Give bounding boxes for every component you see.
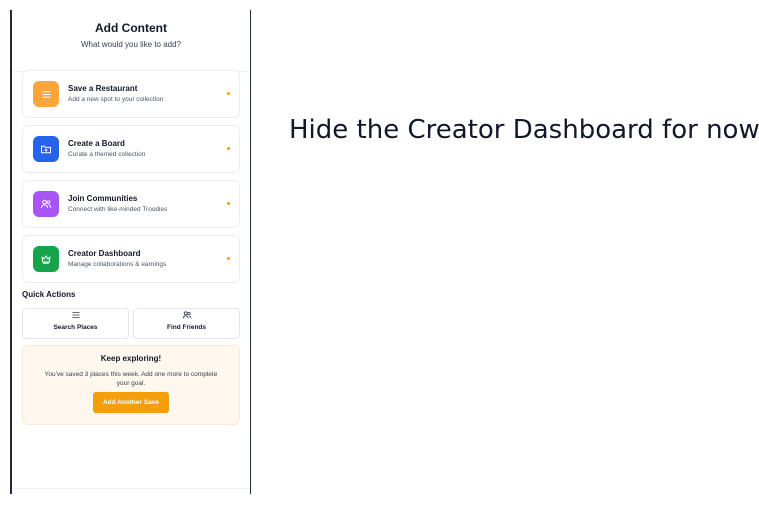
option-save-restaurant[interactable]: Save a Restaurant Add a new spot to your…: [22, 70, 240, 118]
chevron-indicator: [227, 147, 230, 150]
keep-exploring-text: You've saved 3 places this week. Add one…: [44, 371, 218, 387]
option-title: Save a Restaurant: [68, 84, 138, 93]
option-description: Curate a themed collection: [68, 151, 146, 158]
option-join-communities[interactable]: Join Communities Connect with like-minde…: [22, 180, 240, 228]
users-icon: [182, 311, 191, 319]
users-icon: [33, 191, 59, 217]
option-create-board[interactable]: Create a Board Curate a themed collectio…: [22, 125, 240, 173]
add-content-screen: Add Content What would you like to add? …: [10, 10, 251, 494]
keep-exploring-card: Keep exploring! You've saved 3 places th…: [22, 345, 240, 425]
option-description: Connect with like-minded Troodies: [68, 206, 168, 213]
find-friends-button[interactable]: Find Friends: [133, 308, 240, 339]
search-places-label: Search Places: [53, 324, 98, 331]
header: Add Content What would you like to add?: [12, 10, 250, 72]
option-title: Join Communities: [68, 194, 138, 203]
list-icon: [71, 312, 80, 318]
option-title: Creator Dashboard: [68, 249, 141, 258]
keep-exploring-title: Keep exploring!: [100, 354, 162, 363]
add-another-save-button[interactable]: Add Another Save: [92, 392, 170, 413]
option-description: Add a new spot to your collection: [68, 96, 164, 103]
chevron-indicator: [227, 257, 230, 260]
option-title: Create a Board: [68, 139, 125, 148]
list-icon: [33, 81, 59, 107]
chevron-indicator: [227, 92, 230, 95]
bottom-tab-bar: [12, 488, 250, 494]
option-description: Manage collaborations & earnings: [68, 261, 167, 268]
chevron-indicator: [227, 202, 230, 205]
find-friends-label: Find Friends: [167, 324, 206, 331]
page-title: Add Content: [95, 21, 167, 35]
folder-plus-icon: [33, 136, 59, 162]
search-places-button[interactable]: Search Places: [22, 308, 129, 339]
option-creator-dashboard[interactable]: Creator Dashboard Manage collaborations …: [22, 235, 240, 283]
quick-actions-title: Quick Actions: [22, 290, 76, 299]
instruction-caption: Hide the Creator Dashboard for now: [289, 115, 759, 145]
page-subtitle: What would you like to add?: [80, 40, 182, 49]
crown-icon: [33, 246, 59, 272]
